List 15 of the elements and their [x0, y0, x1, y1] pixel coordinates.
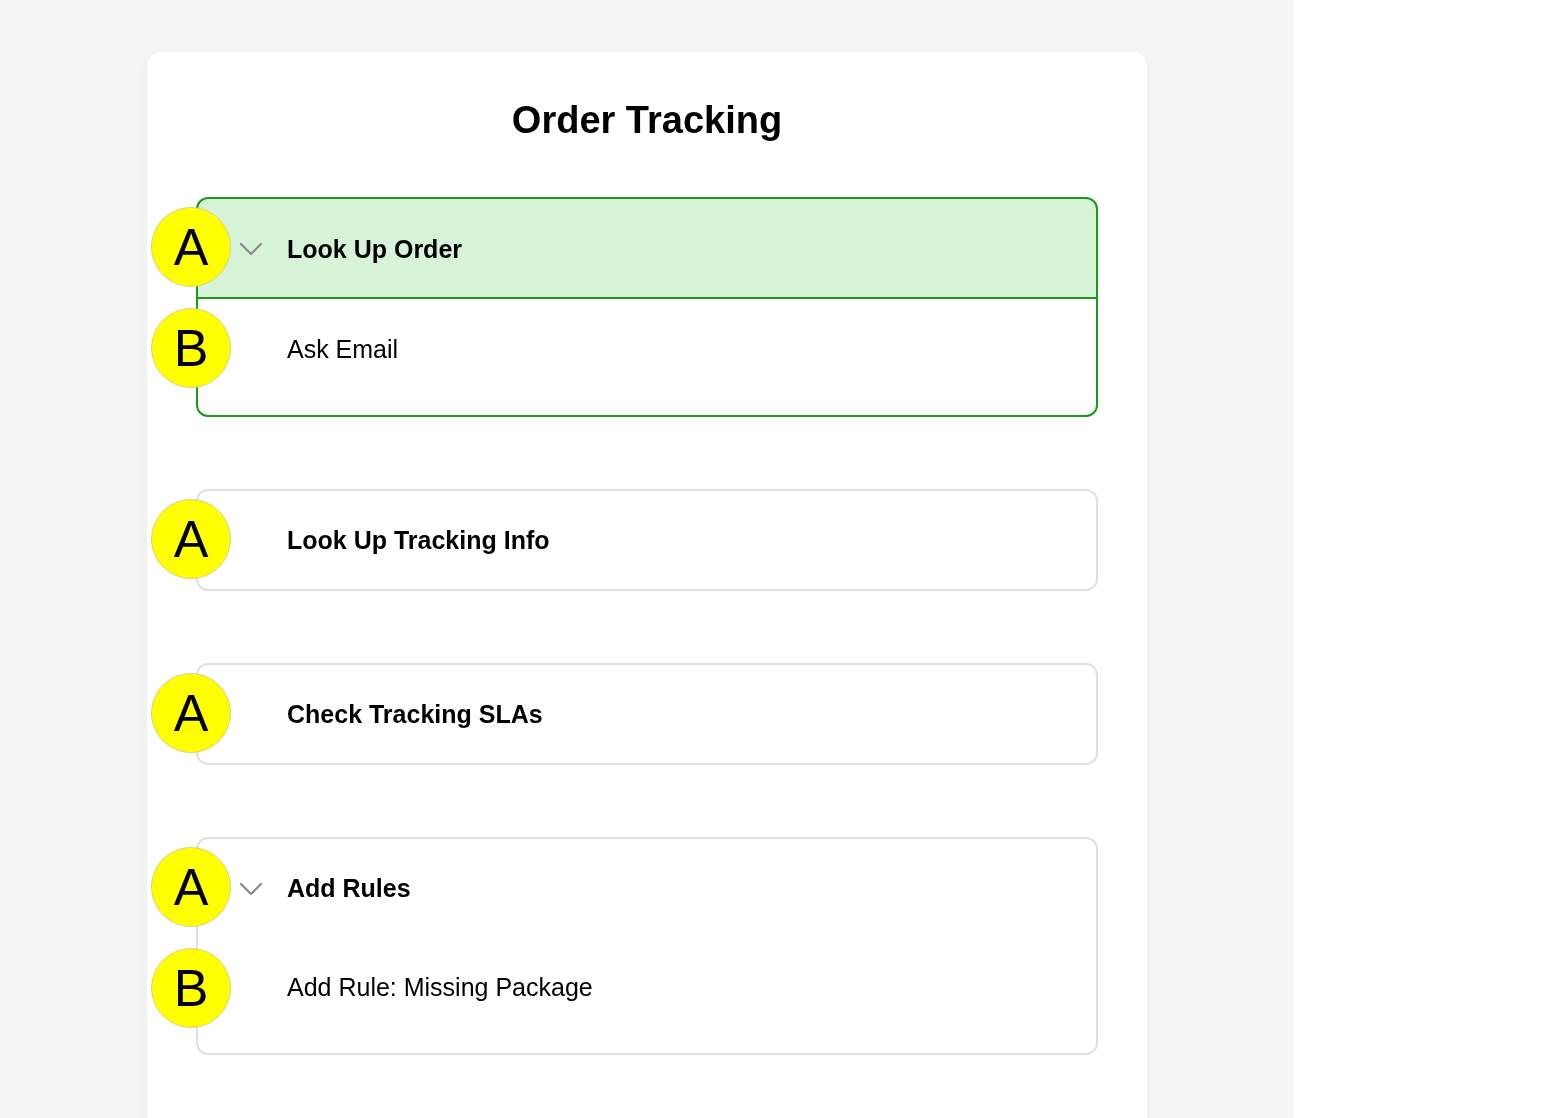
step-badge: A [151, 499, 231, 579]
page-title: Order Tracking [510, 98, 784, 143]
step-title[interactable]: Look Up Order [287, 234, 462, 264]
chevron-down-icon[interactable] [239, 882, 263, 896]
step-badge: A [151, 207, 231, 287]
step-title[interactable]: Add Rules [287, 873, 411, 903]
chevron-down-icon[interactable] [239, 242, 263, 256]
step-badge: A [151, 847, 231, 927]
substep-badge: B [151, 308, 231, 388]
substep-title[interactable]: Add Rule: Missing Package [287, 973, 593, 1001]
step-badge: A [151, 673, 231, 753]
step-title[interactable]: Look Up Tracking Info [287, 525, 550, 555]
substep-title[interactable]: Ask Email [287, 335, 399, 363]
step-title[interactable]: Check Tracking SLAs [287, 699, 543, 729]
substep-badge: B [151, 948, 231, 1028]
